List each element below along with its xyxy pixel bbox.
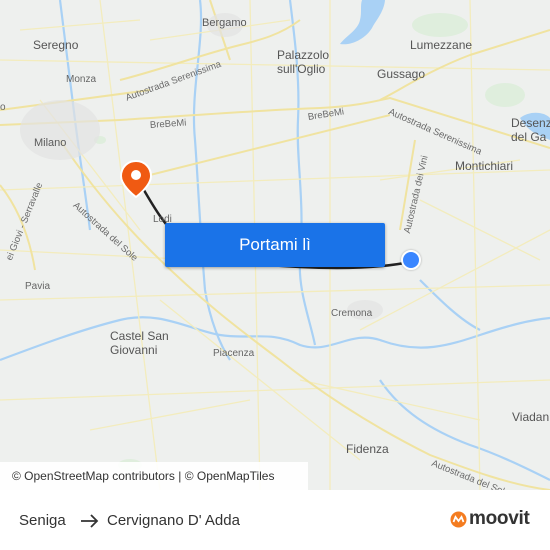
place-edge-label: o (0, 102, 6, 113)
place-seregno: Seregno (33, 38, 79, 52)
arrow-right-icon (80, 513, 100, 534)
place-fidenza: Fidenza (346, 442, 389, 456)
place-bergamo: Bergamo (202, 17, 247, 29)
origin-location-dot-icon[interactable] (401, 250, 421, 270)
place-viadana: Viadan (512, 410, 550, 424)
place-desenzano: Desenz del Ga (511, 116, 550, 144)
place-palazzolo: Palazzolo sull'Oglio (277, 48, 330, 76)
place-montichiari: Montichiari (455, 159, 514, 173)
place-milano: Milano (34, 137, 67, 149)
place-gussago: Gussago (377, 67, 426, 81)
place-monza: Monza (66, 74, 97, 85)
moovit-wordmark: moovit (469, 508, 530, 529)
place-lumezzane: Lumezzane (410, 38, 473, 52)
navigate-button[interactable]: Portami lì (165, 223, 385, 267)
route-destination: Cervignano D' Adda (107, 512, 240, 529)
map-attribution[interactable]: © OpenStreetMap contributors | © OpenMap… (0, 462, 308, 490)
map-view[interactable]: Bergamo Seregno Monza Milano Palazzolo s… (0, 0, 550, 490)
destination-pin-icon[interactable] (119, 159, 153, 204)
place-castel-san-giovanni: Castel San Giovanni (110, 329, 169, 357)
route-origin: Seniga (19, 512, 66, 529)
place-cremona: Cremona (331, 308, 373, 319)
place-piacenza: Piacenza (213, 348, 255, 359)
place-pavia: Pavia (25, 281, 51, 292)
moovit-logo: moovit (450, 508, 530, 530)
moovit-logo-icon (450, 511, 467, 527)
